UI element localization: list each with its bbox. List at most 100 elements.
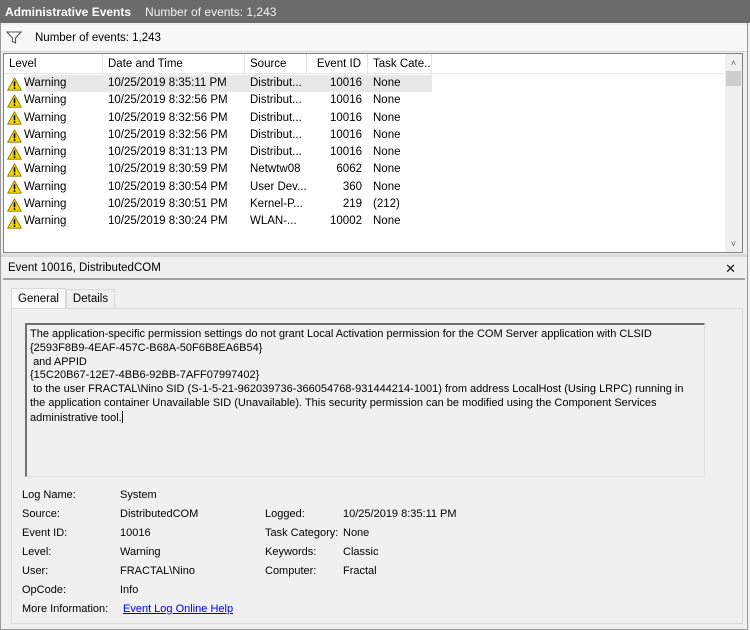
event-row[interactable]: Warning 10/25/2019 8:30:54 PM User Dev... 3… [4,179,726,196]
task-category-cell: None [368,75,432,93]
level-text: Warning [24,146,67,159]
warning-icon [7,94,22,108]
logged-label: Logged: [265,508,305,520]
filter-icon [6,31,24,45]
grid-body: Warning 10/25/2019 8:35:11 PM Distribut...… [4,75,726,231]
title-bar: Administrative Events Number of events: … [0,0,750,23]
event-row[interactable]: Warning 10/25/2019 8:32:56 PM Distribut...… [4,92,726,109]
warning-icon [7,163,22,177]
scroll-down-icon[interactable]: ˅ [725,235,742,252]
event-row[interactable]: Warning 10/25/2019 8:31:13 PM Distribut...… [4,144,726,161]
opcode-label: OpCode: [22,584,67,596]
warning-icon [7,180,22,195]
level-text: Warning [24,198,67,211]
source-cell: Distribut... [245,75,307,93]
computer-label: Computer: [265,565,317,577]
date-cell: 10/25/2019 8:32:56 PM [108,94,228,107]
column-header-date[interactable]: Date and Time [103,54,245,74]
detail-tabs: General Details [11,288,116,309]
event-row[interactable]: Warning 10/25/2019 8:30:59 PM Netwtw08 6062… [4,161,726,178]
event-id-cell: 10002 [330,215,362,228]
scroll-thumb[interactable] [726,71,741,86]
date-cell: 10/25/2019 8:30:24 PM [108,215,228,228]
date-cell: 10/25/2019 8:32:56 PM [108,128,228,141]
tab-details[interactable]: Details [65,289,116,308]
tab-general[interactable]: General [11,288,66,309]
event-row[interactable]: Warning 10/25/2019 8:32:56 PM Distribut...… [4,110,726,127]
event-row[interactable]: Warning 10/25/2019 8:32:56 PM Distribut...… [4,127,726,144]
level-cell: Warning [4,161,103,178]
date-cell: 10/25/2019 8:30:59 PM [108,163,228,176]
grid-header: Level Date and Time Source Event ID Task… [4,54,726,74]
user-value: FRACTAL\Nino [120,565,195,577]
warning-icon [7,215,22,229]
event-description[interactable]: The application-specific permission sett… [25,323,705,477]
log-name-value: System [120,489,157,501]
scroll-up-icon[interactable]: ˄ [725,54,742,71]
source-value: DistributedCOM [120,508,199,520]
grid-scrollbar[interactable]: ˄ ˅ [725,54,742,252]
level-cell: Warning [4,92,103,109]
events-grid[interactable]: Level Date and Time Source Event ID Task… [3,53,743,253]
event-log-online-help-link[interactable]: Event Log Online Help [123,603,233,615]
event-description-text: The application-specific permission sett… [30,328,684,424]
event-viewer-pane: Number of events: 1,243 Level Date and T… [0,23,748,630]
level-cell: Warning [4,213,103,230]
level-text: Warning [24,215,67,228]
text-caret [121,410,123,423]
source-cell: Kernel-P... [250,198,303,211]
level-value: Warning [120,546,161,558]
warning-icon [7,198,22,212]
column-header-source[interactable]: Source [245,54,307,74]
date-cell: 10/25/2019 8:31:13 PM [108,146,228,159]
close-icon[interactable]: ✕ [725,261,736,277]
logged-value: 10/25/2019 8:35:11 PM [343,508,457,520]
warning-icon [7,111,22,125]
column-header-event-id[interactable]: Event ID [307,54,368,74]
computer-value: Fractal [343,565,377,577]
source-label: Source: [22,508,60,520]
event-id-label: Event ID: [22,527,68,539]
event-detail-header: Event 10016, DistributedCOM ✕ [3,258,745,280]
filter-bar: Number of events: 1,243 [1,25,747,52]
event-row[interactable]: Warning 10/25/2019 8:35:11 PM Distribut...… [4,75,726,93]
column-header-level[interactable]: Level [4,54,103,74]
source-cell: Distribut... [250,111,302,124]
date-cell: 10/25/2019 8:30:51 PM [108,198,228,211]
task-category-cell: None [373,180,401,193]
level-text: Warning [24,180,67,193]
event-id-cell: 6062 [336,163,362,176]
source-cell: Distribut... [250,94,302,107]
log-name-label: Log Name: [22,489,76,501]
event-id-cell: 10016 [330,111,362,124]
task-category-label: Task Category: [265,527,339,539]
source-cell: Distribut... [250,128,302,141]
level-text: Warning [24,94,67,107]
task-category-cell: None [373,94,401,107]
warning-icon [7,128,22,143]
event-row[interactable]: Warning 10/25/2019 8:30:24 PM WLAN-... 1000… [4,213,726,230]
event-id-cell: 10016 [330,94,362,107]
task-category-cell: None [373,146,401,159]
event-id-cell: 10016 [330,128,362,141]
task-category-cell: (212) [373,198,400,211]
more-information-label: More Information: [22,603,109,615]
opcode-value: Info [120,584,139,596]
level-text: Warning [24,111,67,124]
level-text: Warning [24,77,67,89]
level-cell: Warning [4,75,103,93]
level-cell: Warning [4,144,103,161]
date-cell: 10/25/2019 8:35:11 PM [103,75,245,93]
event-id-cell: 10016 [307,75,368,93]
column-header-task-category[interactable]: Task Cate... [368,54,432,74]
date-cell: 10/25/2019 8:32:56 PM [108,111,228,124]
source-cell: Netwtw08 [250,163,301,176]
task-category-cell: None [373,215,401,228]
level-label: Level: [22,546,52,558]
event-id-cell: 10016 [330,146,362,159]
event-id-value: 10016 [120,527,151,539]
level-text: Warning [24,163,67,176]
event-row[interactable]: Warning 10/25/2019 8:30:51 PM Kernel-P... 2… [4,196,726,213]
task-category-cell: None [373,163,401,176]
pane-splitter[interactable] [1,254,747,257]
